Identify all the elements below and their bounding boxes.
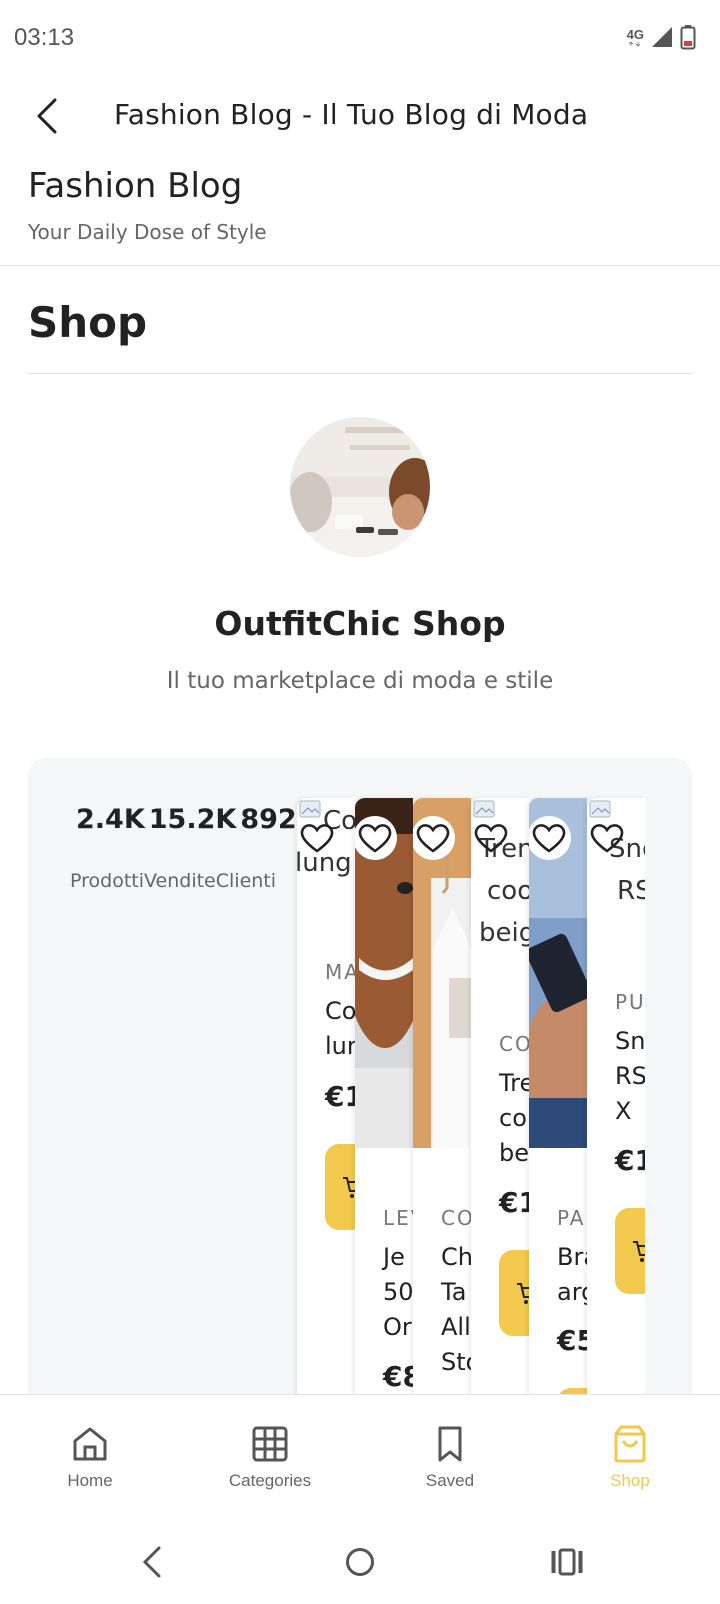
- heart-icon: [300, 824, 334, 853]
- stat-label-clients: Clienti: [215, 870, 277, 892]
- battery-icon: [680, 25, 696, 50]
- product-card[interactable]: Tren coo beig CO Tre co be €1: [471, 798, 529, 1418]
- product-brand: CO: [499, 1032, 529, 1056]
- heart-icon: [532, 824, 566, 853]
- stat-label-products: Prodotti: [70, 870, 145, 892]
- product-name: Tre co be: [499, 1069, 529, 1167]
- system-home-button[interactable]: [336, 1538, 384, 1586]
- shop-name: OutfitChic Shop: [214, 604, 506, 643]
- shop-avatar-image: [290, 417, 430, 557]
- app-bar: Fashion Blog - Il Tuo Blog di Moda: [0, 80, 720, 152]
- grid-icon: [252, 1426, 288, 1462]
- heart-icon: [590, 824, 624, 853]
- product-name: ChTaAllSto: [441, 1243, 471, 1376]
- blog-header: Fashion Blog Your Daily Dose of Style: [28, 166, 267, 244]
- product-image-placeholder: Co lung: [297, 798, 355, 878]
- product-price: €8: [383, 1360, 413, 1393]
- favorite-button[interactable]: [297, 816, 339, 860]
- home-icon: [73, 1427, 107, 1461]
- add-to-cart-button[interactable]: [615, 1208, 645, 1294]
- product-brand: PUI: [615, 990, 645, 1014]
- header-divider: [0, 265, 720, 266]
- stats-values: 2.4K 15.2K 892: [76, 804, 297, 835]
- product-price: €5: [557, 1324, 587, 1357]
- favorite-button[interactable]: [587, 816, 629, 860]
- product-card[interactable]: PA Braarg €5: [529, 798, 587, 1418]
- add-to-cart-button[interactable]: [325, 1144, 355, 1230]
- heart-icon: [474, 824, 508, 853]
- stat-value-products: 2.4K: [76, 804, 145, 835]
- product-brand: MA: [325, 960, 355, 984]
- nav-label-categories: Categories: [228, 1471, 312, 1490]
- shopping-bag-icon: [614, 1425, 646, 1463]
- product-price: €1: [325, 1080, 355, 1113]
- app-title: Fashion Blog - Il Tuo Blog di Moda: [114, 98, 589, 131]
- favorite-button[interactable]: [355, 816, 397, 860]
- bookmark-icon: [438, 1426, 462, 1462]
- system-recents-icon: [551, 1548, 583, 1576]
- product-card[interactable]: SneRS PUI SnRSX €1: [587, 798, 645, 1418]
- blog-tagline: Your Daily Dose of Style: [28, 220, 267, 244]
- stat-value-clients: 892: [240, 804, 297, 835]
- shop-avatar: [290, 417, 430, 557]
- product-brand: LEV: [383, 1206, 413, 1230]
- favorite-button[interactable]: [471, 816, 513, 860]
- system-back-icon: [142, 1546, 161, 1578]
- section-divider: [28, 373, 692, 374]
- product-image-placeholder: SneRS: [587, 798, 645, 906]
- cart-icon: [517, 1283, 529, 1304]
- heart-icon: [416, 824, 450, 853]
- system-back-button[interactable]: [128, 1538, 176, 1586]
- add-to-cart-button[interactable]: [499, 1250, 529, 1336]
- blog-title: Fashion Blog: [28, 166, 243, 206]
- favorite-button[interactable]: [529, 816, 571, 860]
- cart-icon: [343, 1177, 355, 1198]
- product-name: Braarg: [557, 1243, 587, 1306]
- nav-label-home: Home: [67, 1471, 113, 1490]
- product-brand: PA: [557, 1206, 586, 1230]
- system-home-icon: [346, 1548, 374, 1576]
- stat-label-sales: Vendite: [144, 870, 216, 892]
- shop-description: Il tuo marketplace di moda e stile: [166, 668, 554, 694]
- nav-item-home[interactable]: Home: [20, 1425, 160, 1491]
- status-bar: 03:13 4G: [0, 0, 720, 78]
- nav-item-categories[interactable]: Categories: [200, 1425, 340, 1491]
- network-label: 4G: [626, 26, 644, 42]
- product-card[interactable]: Co lung MA Co lun €1: [297, 798, 355, 1418]
- back-arrow-icon: [37, 98, 57, 134]
- product-name: Sn RS X: [615, 1027, 645, 1125]
- nav-label-shop: Shop: [610, 1471, 650, 1490]
- system-recents-button[interactable]: [543, 1538, 591, 1586]
- product-name: Co lun: [325, 997, 355, 1060]
- product-price: €1: [499, 1186, 529, 1219]
- product-card[interactable]: CO ChTaAllSto: [413, 798, 471, 1418]
- heart-icon: [358, 824, 392, 853]
- back-button[interactable]: [26, 94, 66, 138]
- stats-labels: Prodotti Vendite Clienti: [70, 870, 276, 892]
- data-arrows-icon: [628, 40, 641, 47]
- network-indicator: 4G: [627, 28, 644, 47]
- product-image-placeholder: Tren coo beig: [471, 798, 529, 948]
- product-name: Je 50 Or: [383, 1243, 413, 1341]
- system-navigation-bar: [0, 1516, 720, 1604]
- shop-panel: 2.4K 15.2K 892 Prodotti Vendite Clienti …: [28, 758, 692, 1458]
- nav-label-saved: Saved: [425, 1471, 475, 1490]
- status-time: 03:13: [14, 24, 75, 51]
- product-card[interactable]: LEV Je50Or €8: [355, 798, 413, 1418]
- product-brand: CO: [441, 1206, 471, 1230]
- favorite-button[interactable]: [413, 816, 455, 860]
- product-price: €1: [615, 1144, 645, 1177]
- stat-value-sales: 15.2K: [148, 804, 237, 835]
- status-icons: 4G: [627, 24, 696, 50]
- cart-icon: [633, 1241, 645, 1262]
- signal-icon: [652, 27, 672, 47]
- nav-item-shop[interactable]: Shop: [560, 1425, 700, 1491]
- bottom-navigation: Home Categories Saved Shop: [0, 1394, 720, 1516]
- nav-item-saved[interactable]: Saved: [380, 1425, 520, 1491]
- section-title: Shop: [28, 298, 148, 347]
